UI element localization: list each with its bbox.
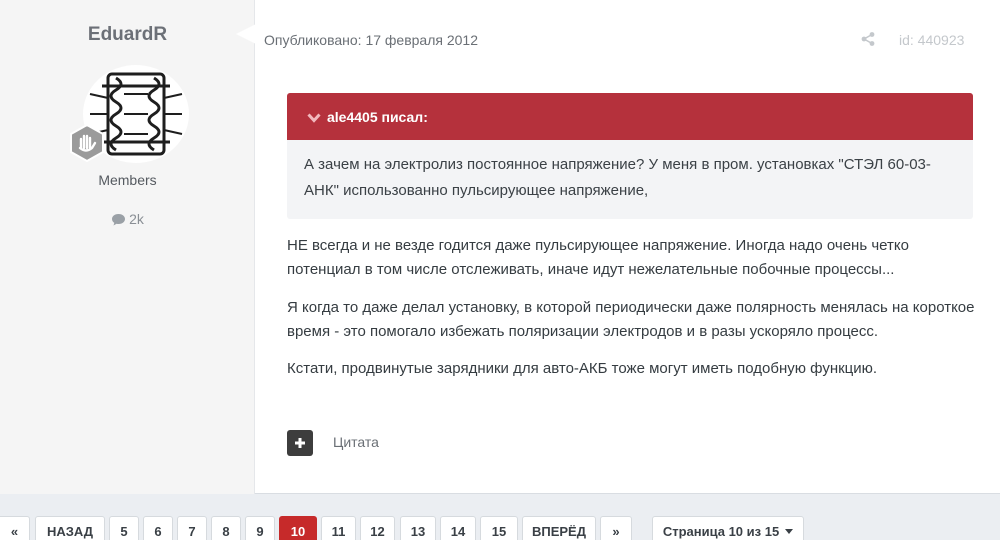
post-arrow xyxy=(236,24,256,44)
page-button[interactable]: 7 xyxy=(177,516,207,540)
page-button[interactable]: 9 xyxy=(245,516,275,540)
page-jump-label: Страница 10 из 15 xyxy=(662,523,780,539)
author-name[interactable]: EduardR xyxy=(0,24,255,46)
page-jump-dropdown[interactable]: Страница 10 из 15 xyxy=(652,516,804,540)
post-content: НЕ всегда и не везде годится даже пульси… xyxy=(287,234,977,395)
page-button[interactable]: 8 xyxy=(211,516,241,540)
page-button[interactable]: 12 xyxy=(360,516,395,540)
post-date[interactable]: Опубликовано: 17 февраля 2012 xyxy=(264,32,478,48)
reputation-count: 2k xyxy=(129,211,144,227)
forum-post: EduardR Members 2k Опубликовано: 17 февр… xyxy=(0,0,1000,494)
next-page-button[interactable]: ВПЕРЁД xyxy=(522,516,596,540)
rank-badge-icon xyxy=(70,124,104,162)
comment-icon xyxy=(112,214,126,226)
share-icon[interactable] xyxy=(860,31,876,47)
page-button[interactable]: 15 xyxy=(480,516,518,540)
post-id[interactable]: id: 440923 xyxy=(899,32,964,48)
quote-button[interactable]: Цитата xyxy=(333,434,379,450)
quote-author: ale4405 писал: xyxy=(327,109,428,125)
page-button[interactable]: 5 xyxy=(109,516,139,540)
current-page-button[interactable]: 10 xyxy=(279,516,317,540)
page-button[interactable]: 11 xyxy=(321,516,356,540)
post-paragraph: Я когда то даже делал установку, в котор… xyxy=(287,299,975,340)
page-button[interactable]: 6 xyxy=(143,516,173,540)
author-group: Members xyxy=(98,172,157,188)
author-panel: EduardR Members 2k xyxy=(0,0,255,494)
reputation[interactable]: 2k xyxy=(0,211,255,227)
post-paragraph: НЕ всегда и не везде годится даже пульси… xyxy=(287,237,909,278)
multiquote-button[interactable] xyxy=(287,430,313,456)
page-button[interactable]: 14 xyxy=(440,516,476,540)
chevron-down-icon xyxy=(307,113,321,123)
prev-page-button[interactable]: НАЗАД xyxy=(35,516,105,540)
blockquote: ale4405 писал: А зачем на электролиз пос… xyxy=(287,93,973,219)
quote-header[interactable]: ale4405 писал: xyxy=(287,93,973,140)
last-page-button[interactable]: » xyxy=(600,516,632,540)
plus-icon xyxy=(295,438,305,448)
caret-down-icon xyxy=(785,528,794,534)
quote-text: А зачем на электролиз постоянное напряже… xyxy=(304,156,931,199)
post-paragraph: Кстати, продвинутые зарядники для авто-А… xyxy=(287,360,878,377)
page-button[interactable]: 13 xyxy=(400,516,436,540)
first-page-button[interactable]: « xyxy=(0,516,30,540)
